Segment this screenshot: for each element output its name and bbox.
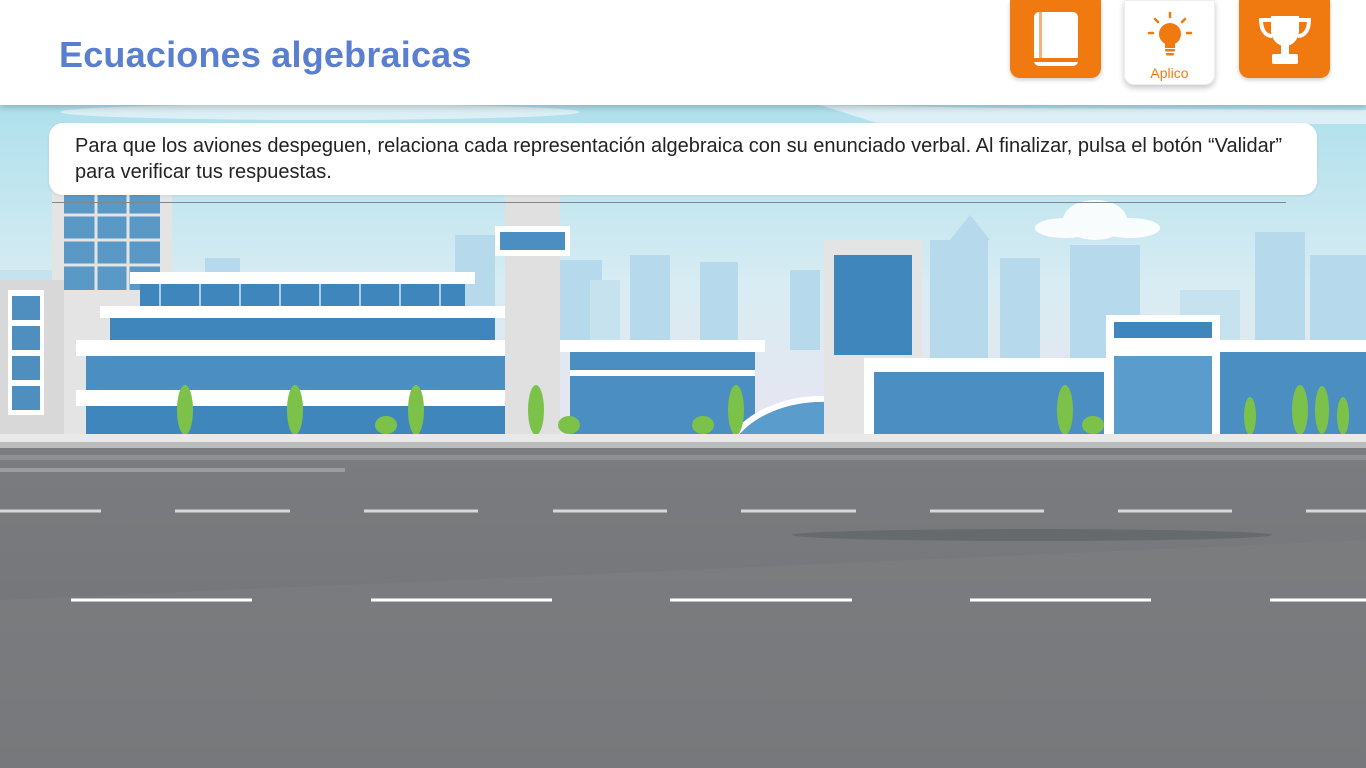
trophy-icon [1258, 16, 1312, 64]
lightbulb-icon [1147, 11, 1193, 56]
page-title: Ecuaciones algebraicas [59, 34, 472, 75]
divider-line [52, 202, 1286, 203]
instruction-text: Para que los aviones despeguen, relacion… [75, 135, 1283, 183]
trophy-button[interactable] [1239, 0, 1330, 78]
apply-button[interactable]: Aplico [1124, 0, 1215, 85]
runway [0, 448, 1366, 768]
book-button[interactable] [1010, 0, 1101, 78]
apply-label: Aplico [1150, 65, 1189, 81]
airport-background [0, 105, 1366, 768]
book-icon [1034, 12, 1078, 66]
top-bar: Ecuaciones algebraicas Aplico [0, 0, 1366, 105]
instruction-card: Para que los aviones despeguen, relacion… [49, 123, 1317, 195]
